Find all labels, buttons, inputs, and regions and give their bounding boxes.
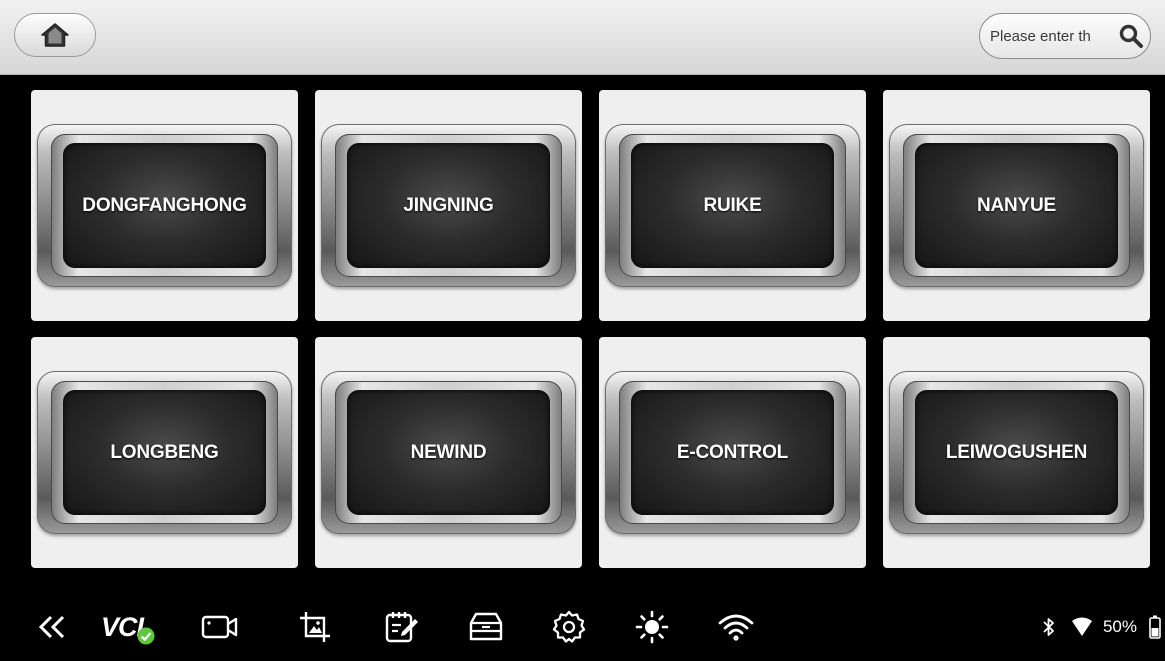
brand-tile-dongfanghong[interactable]: DONGFANGHONG <box>31 90 298 321</box>
bluetooth-icon <box>1043 618 1054 636</box>
brand-button-frame: E-CONTROL <box>605 371 860 534</box>
screenshot-button[interactable] <box>298 610 332 644</box>
status-bar: 50% <box>1041 610 1165 644</box>
brand-button-frame: LEIWOGUSHEN <box>889 371 1144 534</box>
bottom-toolbar: VCI 50% <box>0 594 1165 661</box>
brand-label: LEIWOGUSHEN <box>945 441 1088 463</box>
battery-icon <box>1149 615 1161 639</box>
brightness-button[interactable] <box>634 610 670 644</box>
battery-percent: 50% <box>1102 617 1137 636</box>
brand-label: DONGFANGHONG <box>82 194 247 216</box>
brand-button-frame: JINGNING <box>321 124 576 287</box>
brightness-sun-icon <box>635 610 669 644</box>
brand-label: NEWIND <box>410 441 487 463</box>
brand-label: NANYUE <box>976 194 1057 216</box>
brand-label: RUIKE <box>703 194 762 216</box>
brand-tile-e-control[interactable]: E-CONTROL <box>599 337 866 568</box>
brand-button-frame: NEWIND <box>321 371 576 534</box>
edit-notes-icon <box>385 612 418 643</box>
wifi-icon <box>718 614 754 641</box>
notes-button[interactable] <box>384 610 420 644</box>
double-chevron-left-icon <box>38 615 65 639</box>
brand-label: LONGBENG <box>110 441 219 463</box>
brand-tile-nanyue[interactable]: NANYUE <box>883 90 1150 321</box>
wifi-settings-button[interactable] <box>716 610 756 644</box>
search-input[interactable] <box>990 27 1116 45</box>
screenshot-crop-icon <box>300 612 330 642</box>
search-icon[interactable] <box>1118 23 1144 49</box>
settings-button[interactable] <box>551 610 587 644</box>
check-badge-icon <box>137 627 155 645</box>
wifi-signal-icon <box>1071 617 1092 636</box>
brand-tile-ruike[interactable]: RUIKE <box>599 90 866 321</box>
brand-tile-longbeng[interactable]: LONGBENG <box>31 337 298 568</box>
back-button[interactable] <box>36 610 68 644</box>
brand-button-frame: RUIKE <box>605 124 860 287</box>
brand-tile-jingning[interactable]: JINGNING <box>315 90 582 321</box>
brand-button-frame: LONGBENG <box>37 371 292 534</box>
storage-drawer-icon <box>469 612 503 641</box>
settings-gear-icon <box>552 610 586 643</box>
top-bar <box>0 0 1165 75</box>
brand-tile-leiwogushen[interactable]: LEIWOGUSHEN <box>883 337 1150 568</box>
video-record-button[interactable] <box>200 610 240 644</box>
video-camera-icon <box>201 615 238 639</box>
vci-button[interactable]: VCI <box>96 610 160 645</box>
brand-label: JINGNING <box>403 194 494 216</box>
brand-tile-newind[interactable]: NEWIND <box>315 337 582 568</box>
storage-button[interactable] <box>468 610 504 644</box>
brand-button-frame: DONGFANGHONG <box>37 124 292 287</box>
home-button[interactable] <box>14 13 96 57</box>
brand-button-frame: NANYUE <box>889 124 1144 287</box>
brand-label: E-CONTROL <box>676 441 789 463</box>
home-icon <box>41 23 69 47</box>
search-box[interactable] <box>979 13 1151 59</box>
